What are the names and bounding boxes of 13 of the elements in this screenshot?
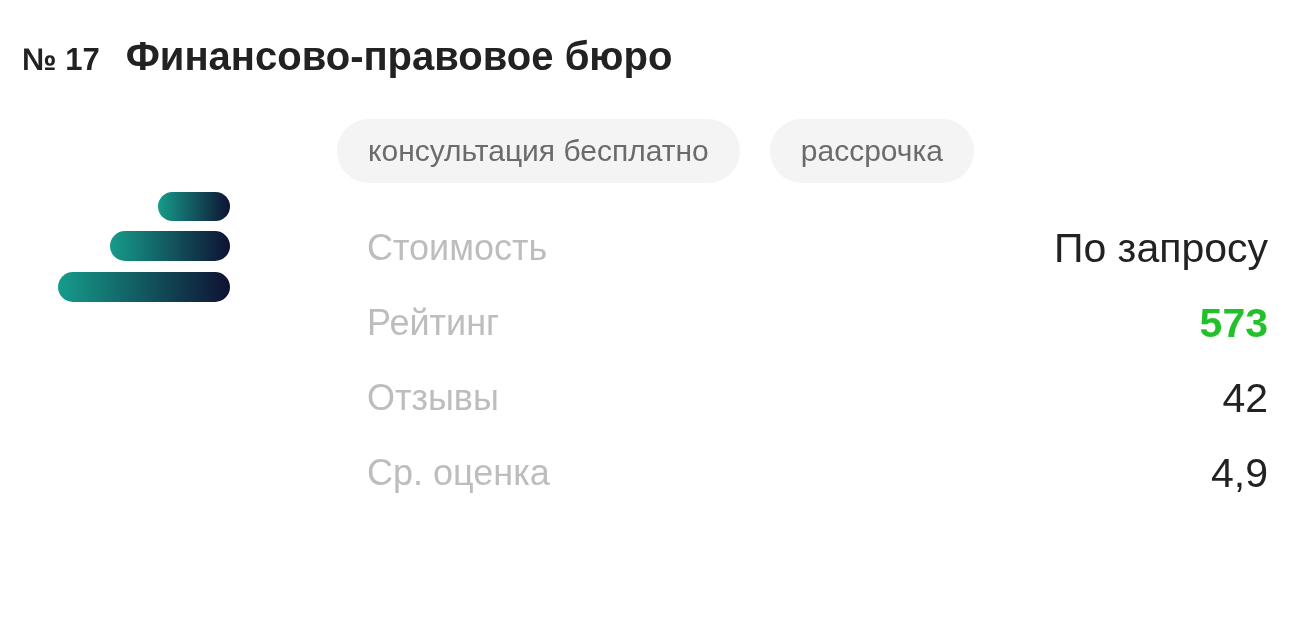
row-label: Ср. оценка xyxy=(367,452,550,494)
tag: консультация бесплатно xyxy=(337,119,740,183)
row-label: Рейтинг xyxy=(367,302,500,344)
rank-number: № 17 xyxy=(22,42,100,78)
row-label: Стоимость xyxy=(367,227,548,269)
row-value: 42 xyxy=(1222,374,1268,422)
row-value: По запросу xyxy=(1053,224,1268,272)
row-value: 573 xyxy=(1199,299,1268,347)
company-title: Финансово-правовое бюро xyxy=(125,34,673,79)
tag: рассрочка xyxy=(769,119,974,183)
logo-icon xyxy=(58,191,230,303)
row-value: 4,9 xyxy=(1211,449,1268,497)
row-label: Отзывы xyxy=(367,377,499,419)
